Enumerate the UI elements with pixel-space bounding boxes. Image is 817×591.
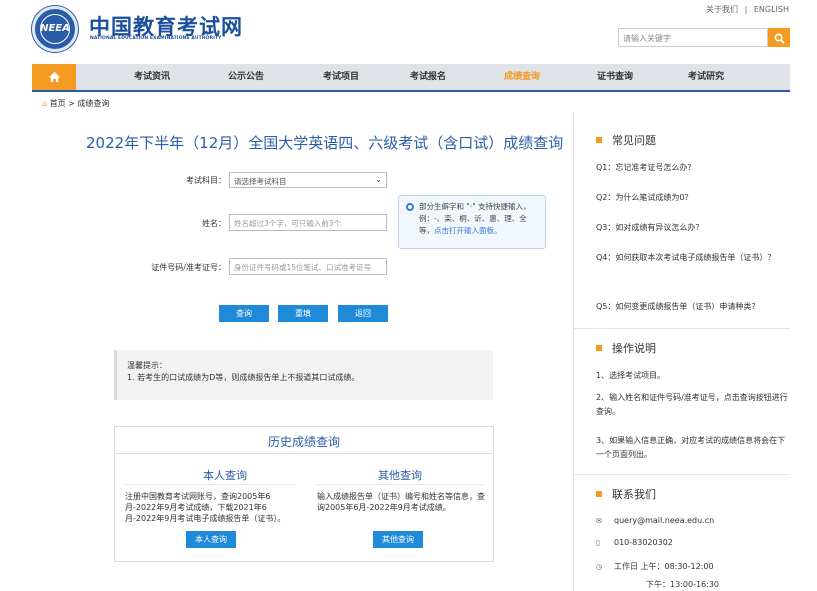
about-link[interactable]: 关于我们 bbox=[706, 5, 738, 14]
contact-hours: ◷ 工作日 上午：08:30-12:00 bbox=[596, 561, 714, 572]
nav-item-announcements[interactable]: 公示公告 bbox=[228, 64, 264, 90]
ops-step: 1、选择考试项目。 bbox=[596, 371, 666, 380]
input-tip: 部分生僻字和 "·" 支持快捷输入，例：-、栾、桐、䜣、惠、理、全等，点击打开输… bbox=[398, 195, 546, 249]
contact-title: 联系我们 bbox=[612, 488, 656, 501]
nav-item-registration[interactable]: 考试报名 bbox=[410, 64, 446, 90]
email-text: query@mail.neea.edu.cn bbox=[614, 516, 715, 525]
top-links: 关于我们 | ENGLISH bbox=[704, 4, 791, 15]
notice-box: 温馨提示： 1. 若考生的口试成绩为D等，则成绩报告单上不报道其口试成绩。 bbox=[114, 350, 493, 400]
link-separator: | bbox=[744, 5, 748, 14]
faq-item[interactable]: Q1：忘记准考证号怎么办？ bbox=[596, 161, 786, 175]
clock-icon: ◷ bbox=[596, 563, 603, 571]
id-input[interactable]: 身份证件号码或15位笔试、口试准考证号 bbox=[229, 258, 387, 275]
subject-label: 考试科目： bbox=[186, 176, 226, 185]
ops-heading: 操作说明 bbox=[596, 340, 656, 356]
history-divider bbox=[115, 453, 493, 454]
faq-item[interactable]: Q3：如对成绩有异议怎么办？ bbox=[596, 221, 786, 235]
back-button[interactable]: 返回 bbox=[338, 305, 388, 322]
breadcrumb-current: 成绩查询 bbox=[77, 99, 110, 108]
notice-text: 1. 若考生的口试成绩为D等，则成绩报告单上不报道其口试成绩。 bbox=[127, 373, 360, 382]
section-divider bbox=[574, 474, 790, 475]
faq-item[interactable]: Q5：如何变更成绩报告单（证书）申请种类？ bbox=[596, 300, 786, 314]
contact-email: ✉ query@mail.neea.edu.cn bbox=[596, 516, 714, 525]
nav-item-certificate-query[interactable]: 证书查询 bbox=[597, 64, 633, 90]
ops-step: 2、输入姓名和证件号码/准考证号，点击查询按钮进行查询。 bbox=[596, 393, 788, 416]
history-query-panel: 历史成绩查询 本人查询 注册中国教育考试网账号，查询2005年6月-2022年9… bbox=[114, 426, 494, 562]
name-label: 姓名： bbox=[202, 219, 226, 228]
hours-pm-text: 下午：13:00-16:30 bbox=[646, 580, 719, 589]
query-button[interactable]: 查询 bbox=[219, 305, 269, 322]
phone-text: 010-83020302 bbox=[614, 538, 673, 547]
reset-button[interactable]: 重填 bbox=[278, 305, 328, 322]
contact-heading: 联系我们 bbox=[596, 486, 656, 502]
subject-select[interactable]: 请选择考试科目 ⌄ bbox=[229, 172, 387, 188]
chevron-down-icon: ⌄ bbox=[375, 175, 382, 184]
search-icon bbox=[774, 33, 785, 44]
nav-item-exams[interactable]: 考试项目 bbox=[323, 64, 359, 90]
logo-text: NEEA bbox=[40, 23, 70, 34]
contact-phone: ▯ 010-83020302 bbox=[596, 538, 673, 547]
breadcrumb-separator: > bbox=[68, 99, 75, 108]
site-subtitle: NATIONAL EDUCATION EXAMINATIONS AUTHORIT… bbox=[90, 36, 222, 41]
breadcrumb-home[interactable]: 首页 bbox=[50, 99, 66, 108]
self-query-title: 本人查询 bbox=[203, 469, 247, 482]
id-label: 证件号码/准考证号： bbox=[151, 263, 226, 272]
other-query-title: 其他查询 bbox=[378, 469, 422, 482]
name-input[interactable]: 姓名超过3个字，可只输入前3个 bbox=[229, 214, 387, 231]
nav-item-research[interactable]: 考试研究 bbox=[688, 64, 724, 90]
self-query-desc: 注册中国教育考试网账号，查询2005年6月-2022年9月考试成绩，下载2021… bbox=[125, 492, 286, 523]
faq-heading: 常见问题 bbox=[596, 132, 656, 148]
other-query-underline bbox=[315, 484, 485, 485]
faq-item[interactable]: Q2：为什么笔试成绩为0？ bbox=[596, 191, 786, 205]
subject-select-value: 请选择考试科目 bbox=[234, 177, 287, 186]
open-input-panel-link[interactable]: 点击打开输入面板。 bbox=[434, 226, 502, 235]
nav-home-button[interactable] bbox=[32, 64, 76, 90]
mail-icon: ✉ bbox=[596, 517, 602, 525]
faq-title: 常见问题 bbox=[612, 134, 656, 147]
sidebar: 常见问题 Q1：忘记准考证号怎么办？ Q2：为什么笔试成绩为0？ Q3：如对成绩… bbox=[573, 112, 790, 591]
contact-square-icon bbox=[596, 491, 602, 497]
faq-item[interactable]: Q4：如何获取本次考试电子成绩报告单（证书）？ bbox=[596, 251, 786, 265]
breadcrumb-home-icon: ⌂ bbox=[42, 99, 48, 108]
self-query-underline bbox=[125, 484, 295, 485]
other-query-desc: 输入成绩报告单（证书）编号和姓名等信息，查询2005年6月-2022年9月考试成… bbox=[317, 492, 485, 512]
search-input[interactable]: 请输入关键字 bbox=[618, 28, 768, 47]
other-query-button[interactable]: 其他查询 bbox=[373, 531, 423, 548]
page-title: 2022年下半年（12月）全国大学英语四、六级考试（含口试）成绩查询 bbox=[86, 134, 564, 152]
ops-square-icon bbox=[596, 345, 602, 351]
history-title: 历史成绩查询 bbox=[267, 435, 340, 449]
hours-am-text: 工作日 上午：08:30-12:00 bbox=[614, 562, 714, 571]
search-button[interactable] bbox=[768, 28, 790, 47]
home-icon bbox=[48, 71, 60, 82]
section-divider bbox=[574, 328, 790, 329]
phone-icon: ▯ bbox=[596, 539, 600, 547]
faq-square-icon bbox=[596, 137, 602, 143]
english-link[interactable]: ENGLISH bbox=[754, 5, 789, 14]
notice-title: 温馨提示： bbox=[127, 361, 167, 370]
tip-radio-icon bbox=[406, 203, 414, 211]
self-query-button[interactable]: 本人查询 bbox=[186, 531, 236, 548]
breadcrumb: ⌂ 首页 > 成绩查询 bbox=[42, 98, 109, 109]
ops-step: 3、如果输入信息正确，对应考试的成绩信息将会在下一个页面列出。 bbox=[596, 436, 786, 459]
neea-logo[interactable]: NEEA bbox=[32, 6, 78, 52]
nav-item-score-query[interactable]: 成绩查询 bbox=[504, 64, 540, 90]
nav-item-news[interactable]: 考试资讯 bbox=[134, 64, 170, 90]
main-nav: 考试资讯 公示公告 考试项目 考试报名 成绩查询 证书查询 考试研究 bbox=[32, 64, 790, 92]
ops-title: 操作说明 bbox=[612, 342, 656, 355]
